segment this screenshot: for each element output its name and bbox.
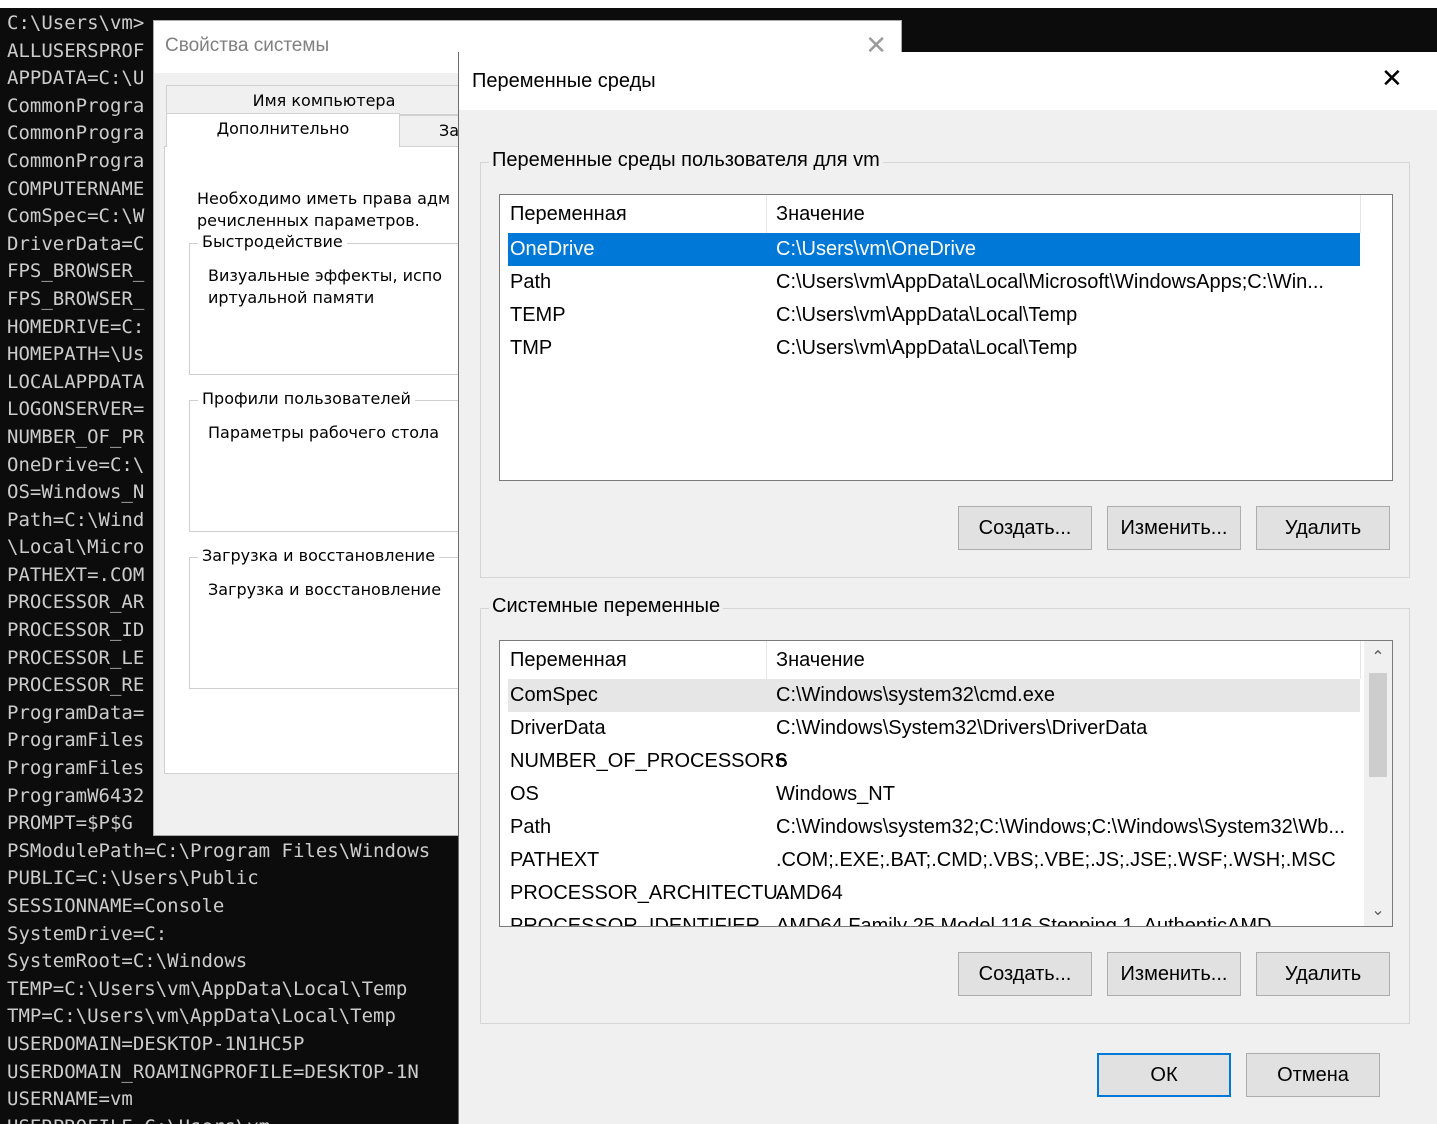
table-row[interactable]: TEMP C:\Users\vm\AppData\Local\Temp [508, 299, 1360, 332]
user-profiles-text: Параметры рабочего стола [208, 423, 440, 442]
environment-variables-dialog[interactable]: Переменные среды ✕ Переменные среды поль… [458, 52, 1437, 1124]
table-row[interactable]: DriverData C:\Windows\System32\Drivers\D… [508, 712, 1360, 745]
variable-value: C:\Windows\system32\cmd.exe [776, 684, 1055, 706]
list-header: Переменная Значение [500, 195, 1361, 233]
environment-variables-titlebar[interactable]: Переменные среды ✕ [459, 52, 1437, 110]
column-separator[interactable] [766, 641, 767, 679]
close-icon[interactable]: ✕ [1381, 64, 1403, 94]
performance-text-line2: иртуальной памяти [208, 288, 375, 307]
variable-name: PROCESSOR_ARCHITECTU... [510, 882, 795, 904]
user-delete-button[interactable]: Удалить [1256, 506, 1390, 550]
variable-value: AMD64 Family 25 Model 116 Stepping 1, Au… [776, 915, 1272, 927]
variable-name: Path [510, 271, 552, 293]
column-header-value[interactable]: Значение [776, 649, 865, 672]
column-separator[interactable] [1360, 195, 1361, 233]
system-list-scrollbar[interactable]: ⌃ ⌄ [1364, 641, 1392, 926]
user-variables-group: Переменные среды пользователя для vm Пер… [480, 149, 1410, 578]
variable-name: OS [510, 783, 539, 805]
variable-name: NUMBER_OF_PROCESSORS [510, 750, 788, 772]
variable-value: .COM;.EXE;.BAT;.CMD;.VBS;.VBE;.JS;.JSE;.… [776, 849, 1336, 871]
table-row[interactable]: PROCESSOR_ARCHITECTU... AMD64 [508, 877, 1360, 910]
tab-computer-name[interactable]: Имя компьютера [166, 85, 482, 115]
user-edit-button[interactable]: Изменить... [1107, 506, 1241, 550]
table-row[interactable]: PROCESSOR_IDENTIFIER AMD64 Family 25 Mod… [508, 910, 1360, 927]
system-properties-title: Свойства системы [165, 35, 330, 56]
column-header-variable[interactable]: Переменная [510, 203, 627, 226]
variable-value: 6 [776, 750, 788, 772]
environment-variables-title: Переменные среды [472, 70, 656, 92]
table-row[interactable]: ComSpec C:\Windows\system32\cmd.exe [508, 679, 1360, 712]
column-separator[interactable] [766, 195, 767, 233]
system-variables-list[interactable]: Переменная Значение ComSpec C:\Windows\s… [499, 640, 1393, 927]
variable-value: C:\Users\vm\AppData\Local\Temp [776, 337, 1078, 359]
table-row[interactable]: NUMBER_OF_PROCESSORS 6 [508, 745, 1360, 778]
user-variables-list[interactable]: Переменная Значение OneDrive C:\Users\vm… [499, 194, 1393, 481]
table-row[interactable]: Path C:\Windows\system32;C:\Windows;C:\W… [508, 811, 1360, 844]
user-new-button[interactable]: Создать... [958, 506, 1092, 550]
variable-name: PROCESSOR_IDENTIFIER [510, 915, 761, 927]
list-header: Переменная Значение [500, 641, 1361, 679]
admin-note: Необходимо иметь права адм [197, 189, 451, 208]
variable-name: DriverData [510, 717, 606, 739]
table-row[interactable]: OS Windows_NT [508, 778, 1360, 811]
variable-value: C:\Users\vm\AppData\Local\Microsoft\Wind… [776, 271, 1324, 293]
variable-value: C:\Windows\System32\Drivers\DriverData [776, 717, 1148, 739]
cancel-button[interactable]: Отмена [1246, 1053, 1380, 1097]
tab-advanced[interactable]: Дополнительно [166, 113, 400, 147]
column-header-value[interactable]: Значение [776, 203, 865, 226]
user-variables-group-label: Переменные среды пользователя для vm [489, 149, 883, 172]
variable-name: ComSpec [510, 684, 598, 706]
table-row[interactable]: OneDrive C:\Users\vm\OneDrive [508, 233, 1360, 266]
system-edit-button[interactable]: Изменить... [1107, 952, 1241, 996]
scrollbar-thumb[interactable] [1369, 673, 1387, 777]
table-row[interactable]: Path C:\Users\vm\AppData\Local\Microsoft… [508, 266, 1360, 299]
system-variables-group: Системные переменные Переменная Значение… [480, 595, 1410, 1024]
performance-text: Визуальные эффекты, испо [208, 266, 443, 285]
scroll-down-icon[interactable]: ⌄ [1364, 896, 1392, 924]
performance-group-label: Быстродействие [198, 232, 347, 251]
variable-value: AMD64 [776, 882, 843, 904]
variable-value: C:\Windows\system32;C:\Windows;C:\Window… [776, 816, 1346, 838]
system-variables-group-label: Системные переменные [489, 595, 724, 618]
variable-name: OneDrive [510, 238, 595, 260]
system-delete-button[interactable]: Удалить [1256, 952, 1390, 996]
scroll-up-icon[interactable]: ⌃ [1364, 643, 1392, 671]
table-row[interactable]: PATHEXT .COM;.EXE;.BAT;.CMD;.VBS;.VBE;.J… [508, 844, 1360, 877]
variable-name: Path [510, 816, 552, 838]
variable-value: Windows_NT [776, 783, 895, 805]
ok-button[interactable]: ОК [1097, 1053, 1231, 1097]
variable-name: TMP [510, 337, 553, 359]
variable-value: C:\Users\vm\OneDrive [776, 238, 977, 260]
user-profiles-group-label: Профили пользователей [198, 389, 415, 408]
startup-recovery-text: Загрузка и восстановление [208, 580, 442, 599]
admin-note-line2: речисленных параметров. [197, 211, 420, 230]
system-new-button[interactable]: Создать... [958, 952, 1092, 996]
column-separator[interactable] [1360, 641, 1361, 679]
variable-name: PATHEXT [510, 849, 600, 871]
column-header-variable[interactable]: Переменная [510, 649, 627, 672]
table-row[interactable]: TMP C:\Users\vm\AppData\Local\Temp [508, 332, 1360, 365]
variable-value: C:\Users\vm\AppData\Local\Temp [776, 304, 1078, 326]
variable-name: TEMP [510, 304, 566, 326]
startup-recovery-group-label: Загрузка и восстановление [198, 546, 440, 565]
